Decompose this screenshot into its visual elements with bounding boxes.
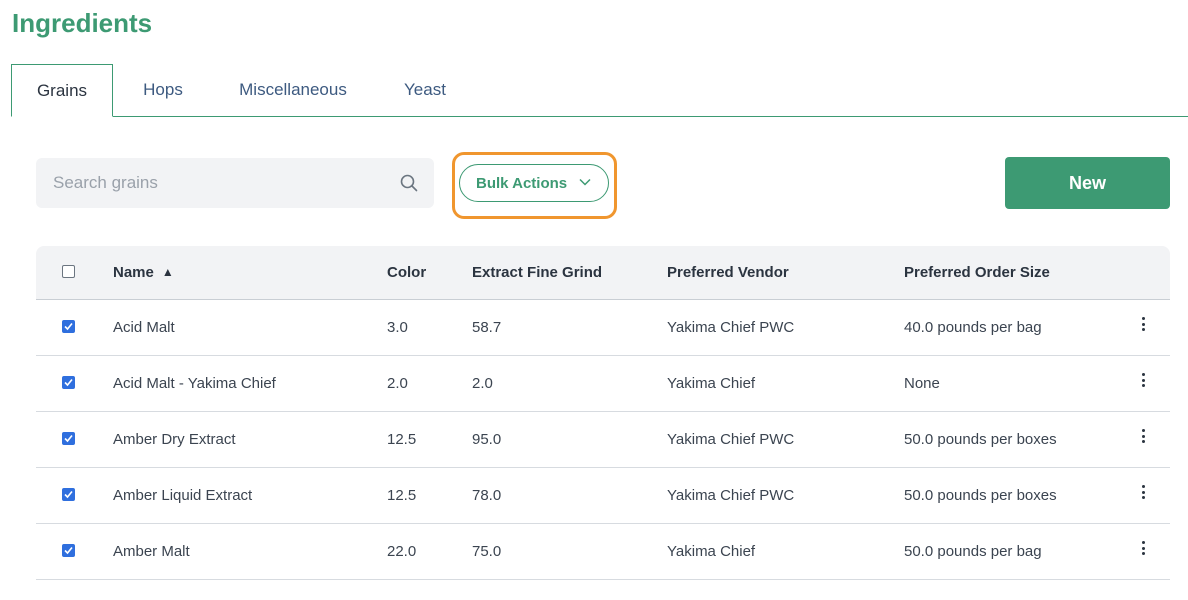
table-row[interactable]: Acid Malt - Yakima Chief 2.0 2.0 Yakima … bbox=[36, 356, 1170, 412]
column-header-order-size[interactable]: Preferred Order Size bbox=[904, 246, 1050, 300]
table-row[interactable]: Amber Liquid Extract 12.5 78.0 Yakima Ch… bbox=[36, 468, 1170, 524]
cell-order-size: 50.0 pounds per boxes bbox=[904, 487, 1057, 504]
checkmark-icon bbox=[64, 322, 73, 331]
row-checkbox[interactable] bbox=[62, 432, 75, 445]
table-row[interactable]: Acid Malt 3.0 58.7 Yakima Chief PWC 40.0… bbox=[36, 300, 1170, 356]
cell-order-size: None bbox=[904, 375, 940, 392]
grains-table: Name ▲ Color Extract Fine Grind Preferred… bbox=[36, 246, 1170, 580]
cell-name: Amber Liquid Extract bbox=[113, 487, 253, 504]
cell-extract: 95.0 bbox=[472, 431, 502, 448]
cell-color: 3.0 bbox=[387, 319, 408, 336]
search-input[interactable] bbox=[36, 158, 393, 208]
search-icon[interactable] bbox=[400, 174, 418, 192]
column-header-vendor[interactable]: Preferred Vendor bbox=[667, 246, 789, 300]
tab-miscellaneous[interactable]: Miscellaneous bbox=[213, 64, 373, 116]
checkmark-icon bbox=[64, 490, 73, 499]
ingredient-tabs: Grains Hops Miscellaneous Yeast bbox=[11, 64, 1188, 117]
table-header: Name ▲ Color Extract Fine Grind Preferred… bbox=[36, 246, 1170, 300]
checkmark-icon bbox=[64, 378, 73, 387]
select-all-checkbox[interactable] bbox=[62, 265, 75, 278]
tab-hops[interactable]: Hops bbox=[113, 64, 213, 116]
page-title: Ingredients bbox=[12, 8, 153, 38]
tab-yeast[interactable]: Yeast bbox=[373, 64, 477, 116]
column-header-extract[interactable]: Extract Fine Grind bbox=[472, 246, 602, 300]
cell-vendor: Yakima Chief PWC bbox=[667, 319, 795, 336]
cell-vendor: Yakima Chief bbox=[667, 375, 756, 392]
column-header-color[interactable]: Color bbox=[387, 246, 426, 300]
cell-color: 2.0 bbox=[387, 375, 408, 392]
cell-name: Acid Malt - Yakima Chief bbox=[113, 375, 276, 392]
row-actions-kebab-icon[interactable] bbox=[1140, 541, 1146, 559]
sort-ascending-icon: ▲ bbox=[161, 265, 174, 279]
cell-vendor: Yakima Chief PWC bbox=[667, 431, 795, 448]
cell-name: Amber Malt bbox=[113, 543, 190, 560]
cell-extract: 2.0 bbox=[472, 375, 493, 392]
cell-extract: 58.7 bbox=[472, 319, 502, 336]
row-actions-kebab-icon[interactable] bbox=[1140, 317, 1146, 335]
cell-vendor: Yakima Chief PWC bbox=[667, 487, 795, 504]
cell-name: Acid Malt bbox=[113, 319, 175, 336]
new-button[interactable]: New bbox=[1005, 157, 1170, 209]
chevron-down-icon bbox=[579, 178, 591, 186]
bulk-actions-dropdown[interactable]: Bulk Actions bbox=[459, 164, 609, 202]
search-box bbox=[36, 158, 434, 208]
table-row[interactable]: Amber Malt 22.0 75.0 Yakima Chief 50.0 p… bbox=[36, 524, 1170, 580]
row-actions-kebab-icon[interactable] bbox=[1140, 373, 1146, 391]
row-checkbox[interactable] bbox=[62, 320, 75, 333]
cell-color: 22.0 bbox=[387, 543, 417, 560]
cell-color: 12.5 bbox=[387, 431, 417, 448]
bulk-actions-label: Bulk Actions bbox=[476, 174, 568, 192]
cell-order-size: 50.0 pounds per boxes bbox=[904, 431, 1057, 448]
tab-grains[interactable]: Grains bbox=[11, 64, 113, 117]
row-checkbox[interactable] bbox=[62, 544, 75, 557]
cell-order-size: 50.0 pounds per bag bbox=[904, 543, 1042, 560]
cell-vendor: Yakima Chief bbox=[667, 543, 756, 560]
cell-order-size: 40.0 pounds per bag bbox=[904, 319, 1042, 336]
cell-name: Amber Dry Extract bbox=[113, 431, 236, 448]
checkmark-icon bbox=[64, 546, 73, 555]
row-actions-kebab-icon[interactable] bbox=[1140, 485, 1146, 503]
row-checkbox[interactable] bbox=[62, 376, 75, 389]
cell-color: 12.5 bbox=[387, 487, 417, 504]
row-checkbox[interactable] bbox=[62, 488, 75, 501]
row-actions-kebab-icon[interactable] bbox=[1140, 429, 1146, 447]
column-header-name[interactable]: Name ▲ bbox=[113, 246, 174, 300]
cell-extract: 78.0 bbox=[472, 487, 502, 504]
table-row[interactable]: Amber Dry Extract 12.5 95.0 Yakima Chief… bbox=[36, 412, 1170, 468]
checkmark-icon bbox=[64, 434, 73, 443]
cell-extract: 75.0 bbox=[472, 543, 502, 560]
